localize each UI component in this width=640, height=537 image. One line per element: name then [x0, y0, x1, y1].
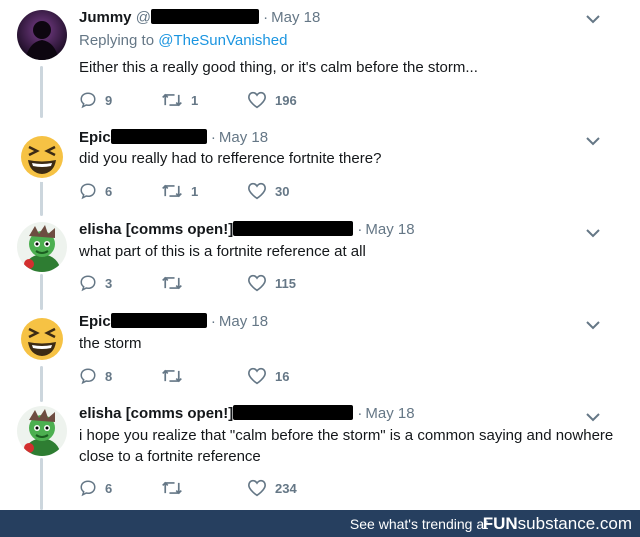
avatar[interactable] — [17, 132, 67, 182]
redaction-bar — [110, 313, 207, 328]
reply-count: 3 — [105, 275, 113, 291]
tweet-date[interactable]: May 18 — [271, 9, 320, 26]
retweet-count: 1 — [191, 92, 199, 108]
retweet-icon — [162, 276, 182, 290]
like-button[interactable]: 16 — [247, 367, 289, 385]
retweet-icon — [162, 369, 182, 383]
reply-button[interactable]: 3 — [79, 274, 112, 292]
retweet-button[interactable]: 1 — [161, 182, 198, 200]
tweet-date[interactable]: May 18 — [219, 313, 268, 330]
reply-icon — [80, 183, 96, 200]
funsubstance-logo[interactable]: FUNsubstance.com — [483, 514, 632, 534]
retweet-button[interactable]: 1 — [161, 91, 198, 109]
tweet[interactable]: elisha [comms open!] · May 18 i hope you … — [0, 404, 640, 504]
tweet-text: Either this a really good thing, or it's… — [79, 59, 478, 76]
tweet-text: what part of this is a fortnite referenc… — [79, 243, 366, 260]
replying-to: Replying to @TheSunVanished — [79, 32, 287, 49]
avatar[interactable] — [17, 406, 67, 456]
like-count: 234 — [275, 480, 297, 496]
reply-button[interactable]: 6 — [79, 479, 112, 497]
laughing-emoji-avatar-icon — [17, 132, 67, 182]
retweet-icon — [162, 481, 182, 495]
chevron-down-icon[interactable] — [586, 12, 600, 30]
tweet-header: Epic · May 18 — [79, 128, 268, 148]
retweet-icon — [162, 184, 182, 198]
tweet-date[interactable]: May 18 — [365, 221, 414, 238]
retweet-icon — [162, 93, 182, 107]
display-name[interactable]: elisha [comms open!] — [79, 405, 233, 422]
tweet-text: the storm — [79, 335, 142, 352]
tweet-text: did you really had to refference fortnit… — [79, 150, 382, 167]
like-count: 16 — [275, 368, 290, 384]
heart-icon — [247, 479, 267, 497]
tweet-header: elisha [comms open!] · May 18 — [79, 404, 415, 424]
brand-substance: substance — [517, 514, 596, 533]
display-name[interactable]: Jummy — [79, 9, 132, 26]
like-count: 30 — [275, 183, 290, 199]
reply-icon — [80, 368, 96, 385]
retweet-button[interactable] — [161, 479, 191, 497]
laughing-emoji-avatar-icon — [17, 314, 67, 364]
tweet-header: elisha [comms open!] · May 18 — [79, 220, 415, 240]
like-button[interactable]: 30 — [247, 182, 289, 200]
dot-separator: · — [210, 129, 216, 146]
reply-button[interactable]: 6 — [79, 182, 112, 200]
tweet[interactable]: elisha [comms open!] · May 18 what part o… — [0, 220, 640, 300]
display-name[interactable]: Epic — [79, 129, 111, 146]
reply-button[interactable]: 8 — [79, 367, 112, 385]
reply-icon — [80, 275, 96, 292]
heart-icon — [247, 367, 267, 385]
funsubstance-banner[interactable]: See what's trending at FUNsubstance.com — [0, 510, 640, 537]
redaction-bar — [233, 221, 354, 236]
retweet-button[interactable] — [161, 367, 191, 385]
redaction-bar — [233, 405, 354, 420]
avatar[interactable] — [17, 222, 67, 272]
tweet-header: Epic · May 18 — [79, 312, 268, 332]
like-button[interactable]: 234 — [247, 479, 297, 497]
like-count: 115 — [275, 275, 296, 291]
avatar[interactable] — [17, 10, 67, 60]
reply-to-user-link[interactable]: @TheSunVanished — [158, 32, 287, 49]
dark-silhouette-avatar-icon — [17, 10, 67, 60]
tweet-text: i hope you realize that "calm before the… — [79, 427, 614, 465]
reply-count: 6 — [105, 480, 113, 496]
tweet[interactable]: Epic · May 18 the storm 8 16 — [0, 312, 640, 392]
heart-icon — [247, 182, 267, 200]
reply-icon — [80, 92, 96, 109]
brand-fun: FUN — [482, 514, 518, 533]
user-handle[interactable]: @ — [136, 9, 151, 26]
dot-separator: · — [357, 405, 363, 422]
display-name[interactable]: Epic — [79, 313, 111, 330]
tweet[interactable]: Jummy @ · May 18 Replying to @TheSunVanis… — [0, 8, 640, 118]
green-cartoon-avatar-icon — [17, 406, 67, 456]
tweet-header: Jummy @ · May 18 — [79, 8, 320, 28]
like-button[interactable]: 115 — [247, 274, 296, 292]
like-button[interactable]: 196 — [247, 91, 297, 109]
redaction-bar — [150, 9, 259, 24]
brand-tld: .com — [595, 514, 632, 533]
display-name[interactable]: elisha [comms open!] — [79, 221, 233, 238]
reply-count: 9 — [105, 92, 113, 108]
reply-icon — [80, 480, 96, 497]
replying-to-label: Replying to — [79, 32, 159, 49]
reply-count: 8 — [105, 368, 113, 384]
avatar[interactable] — [17, 314, 67, 364]
heart-icon — [247, 91, 267, 109]
redaction-bar — [110, 129, 207, 144]
dot-separator: · — [357, 221, 363, 238]
reply-button[interactable]: 9 — [79, 91, 112, 109]
green-cartoon-avatar-icon — [17, 222, 67, 272]
heart-icon — [247, 274, 267, 292]
reply-count: 6 — [105, 183, 113, 199]
like-count: 196 — [275, 92, 297, 108]
tweet-date[interactable]: May 18 — [219, 129, 268, 146]
tweet-date[interactable]: May 18 — [365, 405, 414, 422]
trending-text: See what's trending at — [349, 516, 488, 532]
dot-separator: · — [263, 9, 269, 26]
retweet-count: 1 — [191, 183, 199, 199]
tweet[interactable]: Epic · May 18 did you really had to reffe… — [0, 128, 640, 208]
dot-separator: · — [210, 313, 216, 330]
retweet-button[interactable] — [161, 274, 191, 292]
